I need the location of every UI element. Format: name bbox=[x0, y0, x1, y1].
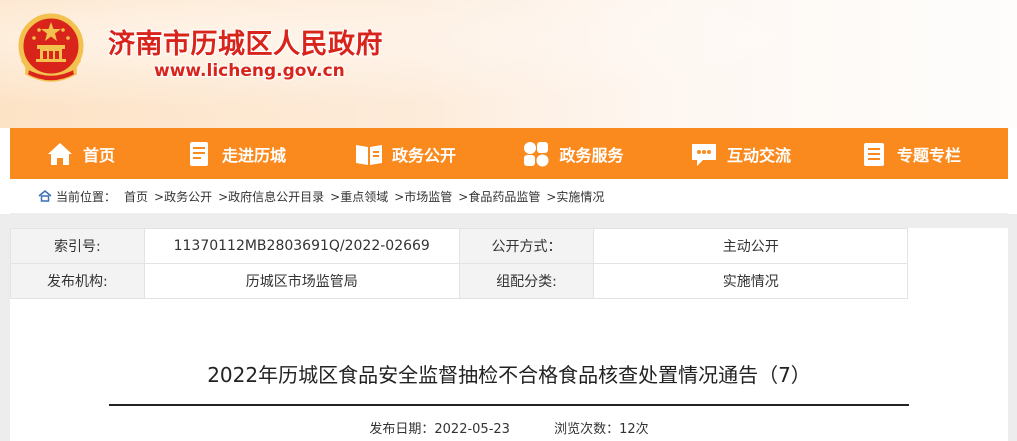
nav-item-label: 走进历城 bbox=[221, 145, 286, 165]
open-book-icon bbox=[355, 144, 382, 165]
home-icon bbox=[47, 142, 72, 165]
view-count-value: 12次 bbox=[619, 422, 649, 437]
table-row: 发布机构: 历城区市场监管局 组配分类: 实施情况 bbox=[10, 263, 908, 299]
breadcrumb-item-gov-open[interactable]: >政务公开 bbox=[154, 188, 212, 205]
breadcrumb: 当前位置： 首页 >政务公开 >政府信息公开目录 >重点领域 >市场监管 >食品… bbox=[10, 179, 1008, 214]
index-label: 索引号: bbox=[10, 228, 145, 264]
nav-item-label: 政务服务 bbox=[559, 145, 624, 165]
location-home-icon bbox=[38, 190, 52, 202]
nav-item-gov-service[interactable]: 政务服务 bbox=[490, 128, 655, 179]
notes-icon bbox=[863, 142, 884, 166]
publish-info: 发布日期：2022-05-23 浏览次数：12次 bbox=[10, 418, 1008, 437]
main-nav: 首页 走进历城 政务公开 政务服务 互动交流 专题专栏 bbox=[10, 128, 1008, 179]
category-label: 组配分类: bbox=[458, 263, 595, 299]
breadcrumb-item-key-areas[interactable]: >重点领域 bbox=[330, 188, 388, 205]
site-url[interactable]: www.licheng.gov.cn bbox=[154, 61, 345, 81]
site-title[interactable]: 济南市历城区人民政府 bbox=[108, 22, 383, 61]
publisher-value: 历城区市场监管局 bbox=[143, 263, 460, 299]
nav-item-label: 政务公开 bbox=[391, 145, 456, 165]
breadcrumb-prefix: 当前位置： bbox=[56, 189, 117, 204]
article-container: 索引号: 11370112MB2803691Q/2022-02669 公开方式：… bbox=[10, 228, 1008, 441]
metadata-table: 索引号: 11370112MB2803691Q/2022-02669 公开方式：… bbox=[10, 228, 908, 299]
chat-icon bbox=[691, 143, 716, 166]
category-value: 实施情况 bbox=[593, 263, 908, 299]
nav-item-label: 首页 bbox=[82, 145, 115, 165]
nav-item-gov-open[interactable]: 政务公开 bbox=[320, 128, 490, 179]
title-divider bbox=[109, 404, 909, 406]
document-icon bbox=[189, 141, 208, 166]
nav-item-label: 专题专栏 bbox=[896, 145, 961, 165]
banner-background bbox=[417, 0, 1017, 128]
grid-icon bbox=[524, 141, 549, 166]
article-title: 2022年历城区食品安全监督抽检不合格食品核查处置情况通告（7） bbox=[207, 363, 811, 387]
breadcrumb-item-catalog[interactable]: >政府信息公开目录 bbox=[218, 188, 324, 205]
breadcrumb-item-market[interactable]: >市场监管 bbox=[394, 188, 452, 205]
breadcrumb-item-home[interactable]: 首页 bbox=[124, 188, 148, 205]
index-value: 11370112MB2803691Q/2022-02669 bbox=[143, 228, 460, 264]
view-count-label: 浏览次数： bbox=[554, 422, 620, 437]
national-emblem-icon[interactable] bbox=[10, 8, 92, 90]
nav-item-interaction[interactable]: 互动交流 bbox=[655, 128, 825, 179]
nav-item-home[interactable]: 首页 bbox=[10, 128, 150, 179]
publish-date-value: 2022-05-23 bbox=[434, 422, 510, 437]
publish-date-label: 发布日期： bbox=[369, 422, 435, 437]
view-count: 浏览次数：12次 bbox=[554, 422, 649, 437]
disclosure-value: 主动公开 bbox=[593, 228, 908, 264]
table-row: 索引号: 11370112MB2803691Q/2022-02669 公开方式：… bbox=[10, 228, 908, 264]
nav-item-special[interactable]: 专题专栏 bbox=[825, 128, 995, 179]
nav-item-label: 互动交流 bbox=[726, 145, 791, 165]
nav-item-about[interactable]: 走进历城 bbox=[150, 128, 320, 179]
header-banner: 济南市历城区人民政府 www.licheng.gov.cn bbox=[0, 0, 1017, 128]
publish-date: 发布日期：2022-05-23 bbox=[369, 422, 510, 437]
breadcrumb-item-food-drug[interactable]: >食品药品监管 bbox=[458, 188, 540, 205]
publisher-label: 发布机构: bbox=[10, 263, 145, 299]
disclosure-label: 公开方式： bbox=[458, 228, 595, 264]
breadcrumb-item-implementation[interactable]: >实施情况 bbox=[546, 188, 604, 205]
